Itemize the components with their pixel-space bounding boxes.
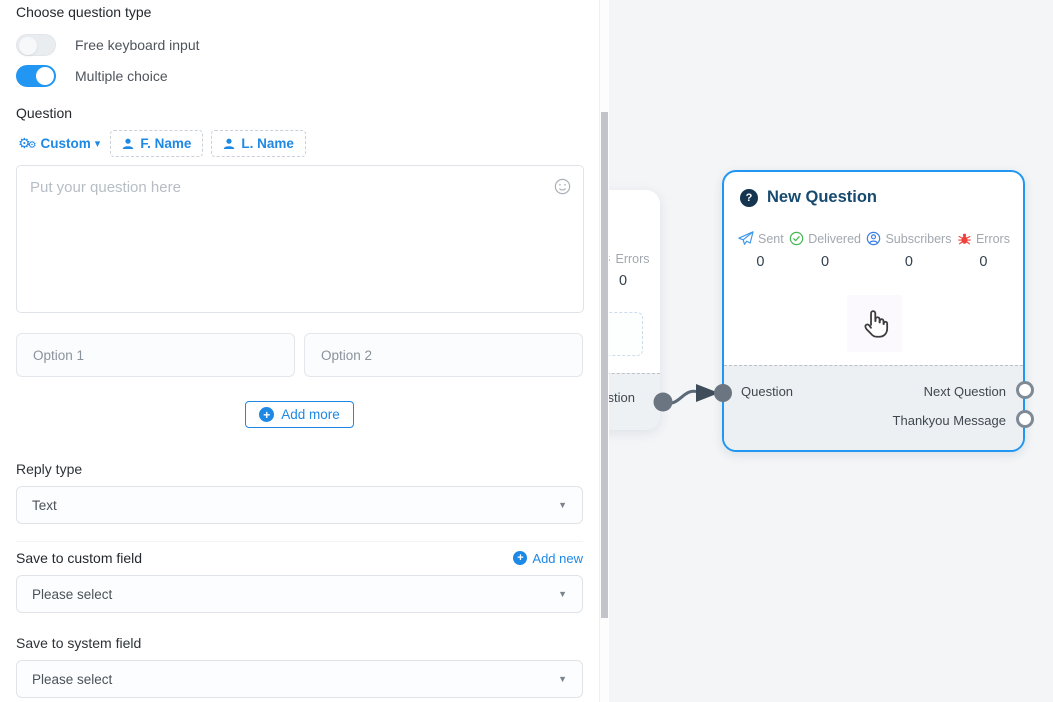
custom-field-value: Please select: [32, 587, 112, 602]
mouse-cursor-overlay: [847, 295, 902, 352]
system-field-select[interactable]: Please select ▼: [16, 660, 583, 698]
custom-field-select[interactable]: Please select ▼: [16, 575, 583, 613]
chevron-down-icon: ▼: [558, 500, 567, 510]
toggle-row-free-keyboard[interactable]: Free keyboard input: [16, 33, 583, 57]
question-textarea[interactable]: [16, 165, 584, 313]
stat-value: 0: [957, 254, 1010, 270]
multiple-choice-label: Multiple choice: [75, 68, 168, 84]
bug-errors-icon: [957, 231, 972, 246]
output-port-label: uestion: [609, 390, 635, 405]
delivered-check-icon: [789, 231, 804, 246]
plus-circle-icon: +: [513, 551, 527, 565]
custom-dropdown-label: Custom: [41, 136, 91, 151]
scrollbar-thumb[interactable]: [601, 112, 608, 618]
next-question-output-port[interactable]: [1016, 381, 1034, 399]
choose-question-type-heading: Choose question type: [16, 4, 583, 20]
plus-circle-icon: +: [259, 407, 274, 422]
bug-errors-icon: [609, 251, 611, 266]
hand-pointer-cursor-icon: [858, 307, 892, 341]
option-2-input[interactable]: [304, 333, 583, 377]
gears-icon: ⚙⚙: [18, 136, 37, 151]
question-heading: Question: [16, 105, 583, 121]
system-field-value: Please select: [32, 672, 112, 687]
input-port-label: Question: [741, 384, 793, 399]
reply-type-heading: Reply type: [16, 461, 583, 477]
previous-question-node[interactable]: Errors 0 uestion: [609, 190, 660, 430]
save-custom-field-row: Save to custom field + Add new: [16, 541, 583, 566]
node-ports-section: uestion: [609, 373, 660, 430]
node-stats-row: Sent 0 Delivered 0 Subscribers: [724, 231, 1023, 270]
reply-type-value: Text: [32, 498, 57, 513]
custom-fields-dropdown[interactable]: ⚙⚙ Custom ▾: [16, 132, 102, 155]
stat-label: Errors: [976, 232, 1010, 246]
caret-down-icon: ▾: [95, 137, 101, 150]
flow-canvas[interactable]: Errors 0 uestion ? New Question Sent 0: [609, 0, 1053, 702]
stat-value: 0: [609, 273, 654, 289]
stat-value: 0: [789, 254, 861, 270]
add-more-button[interactable]: + Add more: [245, 401, 354, 428]
question-settings-panel: Choose question type Free keyboard input…: [0, 0, 600, 702]
stat-delivered: Delivered 0: [789, 231, 861, 270]
option-placeholder-box: [609, 312, 643, 356]
add-new-label: Add new: [532, 551, 583, 566]
stat-label: Subscribers: [885, 232, 951, 246]
chip-label: F. Name: [140, 136, 191, 151]
node-title: New Question: [767, 188, 877, 207]
question-type-toggles: Free keyboard input Multiple choice: [16, 33, 583, 88]
merge-field-toolbar: ⚙⚙ Custom ▾ F. Name L. Name: [16, 130, 583, 157]
question-mark-badge-icon: ?: [740, 189, 758, 207]
stat-label: Sent: [758, 232, 784, 246]
stat-errors: Errors 0: [609, 251, 654, 289]
add-more-wrap: + Add more: [16, 401, 583, 428]
chevron-down-icon: ▼: [558, 589, 567, 599]
output-port-label: Thankyou Message: [893, 413, 1006, 428]
stat-subscribers: Subscribers 0: [866, 231, 951, 270]
chip-label: L. Name: [241, 136, 294, 151]
free-keyboard-toggle[interactable]: [16, 34, 56, 56]
person-icon: [223, 138, 235, 150]
multiple-choice-toggle[interactable]: [16, 65, 56, 87]
stat-label: Errors: [615, 252, 649, 266]
node-header: ? New Question: [724, 172, 1023, 207]
insert-first-name-button[interactable]: F. Name: [110, 130, 203, 157]
question-textarea-wrap: [16, 165, 583, 318]
toggle-knob: [36, 67, 54, 85]
panel-scrollbar[interactable]: [600, 0, 609, 702]
free-keyboard-label: Free keyboard input: [75, 37, 200, 53]
answer-options-row: [16, 333, 583, 377]
person-icon: [122, 138, 134, 150]
toggle-knob: [19, 37, 37, 55]
save-custom-field-heading: Save to custom field: [16, 550, 142, 566]
toggle-row-multiple-choice[interactable]: Multiple choice: [16, 64, 583, 88]
reply-type-select[interactable]: Text ▼: [16, 486, 583, 524]
insert-last-name-button[interactable]: L. Name: [211, 130, 306, 157]
stat-value: 0: [737, 254, 784, 270]
send-icon: [737, 231, 754, 246]
stat-value: 0: [866, 254, 951, 270]
emoji-picker-icon[interactable]: [554, 178, 571, 195]
thankyou-message-output-port[interactable]: [1016, 410, 1034, 428]
stat-errors: Errors 0: [957, 231, 1010, 270]
subscribers-icon: [866, 231, 881, 246]
chevron-down-icon: ▼: [558, 674, 567, 684]
new-question-node[interactable]: ? New Question Sent 0 Delivered: [722, 170, 1025, 452]
stat-sent: Sent 0: [737, 231, 784, 270]
stat-label: Delivered: [808, 232, 861, 246]
add-more-label: Add more: [281, 407, 340, 422]
add-new-custom-field-link[interactable]: + Add new: [513, 551, 583, 566]
output-port-label: Next Question: [924, 384, 1006, 399]
option-1-input[interactable]: [16, 333, 295, 377]
save-system-field-heading: Save to system field: [16, 635, 583, 651]
node-ports-section: Question Next Question Thankyou Message: [724, 365, 1023, 450]
